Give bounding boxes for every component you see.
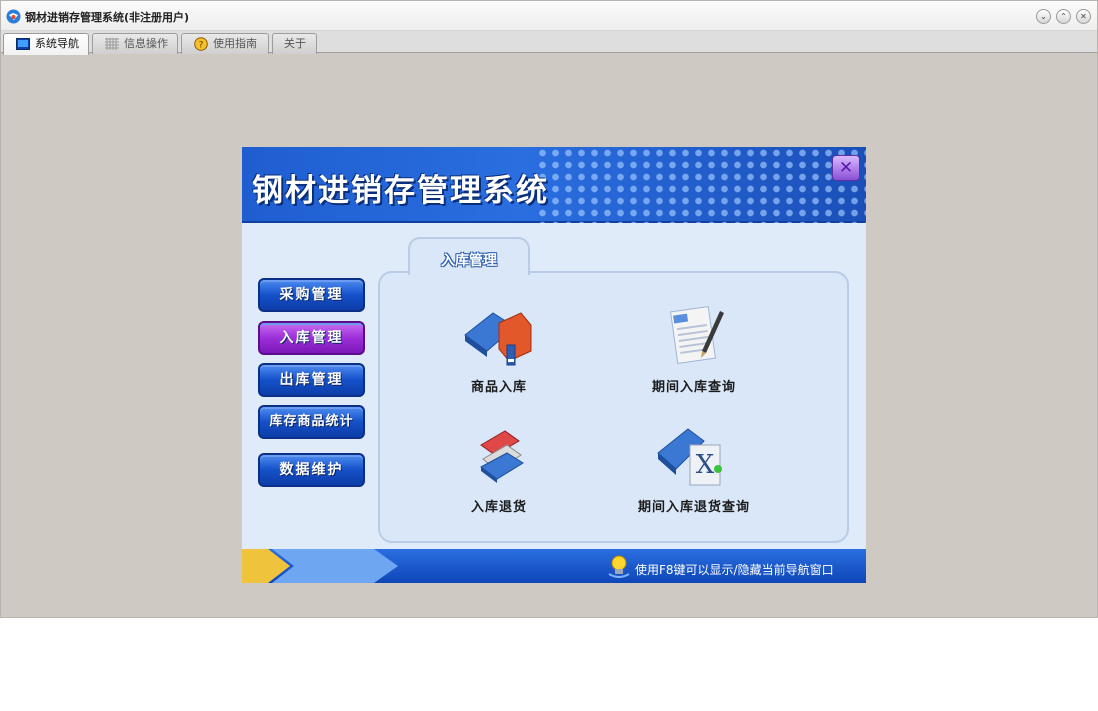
tab-strip: 系统导航 信息操作 ? 使用指南 关于: [1, 31, 1097, 55]
grid-icon: [105, 38, 119, 50]
side-button-stock-out[interactable]: 出库管理: [258, 363, 365, 397]
side-button-stock-in[interactable]: 入库管理: [258, 321, 365, 355]
panel-close-button[interactable]: ✕: [832, 155, 860, 181]
book-stock-in-icon: [464, 312, 532, 366]
banner-title: 钢材进销存管理系统: [252, 173, 549, 209]
mac-osx-book-icon: X: [657, 428, 722, 486]
books-return-icon: [480, 430, 524, 483]
document-pen-icon: [670, 306, 724, 364]
function-label: 商品入库: [470, 380, 527, 395]
function-period-stock-in-query[interactable]: 期间入库查询: [609, 305, 779, 395]
tab-about[interactable]: 关于: [272, 33, 317, 54]
banner-dot-pattern: [536, 147, 866, 223]
close-icon: ✕: [1080, 12, 1087, 21]
app-logo-icon: [6, 9, 21, 24]
svg-text:X: X: [696, 450, 715, 480]
side-button-purchase[interactable]: 采购管理: [258, 278, 365, 312]
monitor-icon: [16, 38, 30, 50]
title-bar: 钢材进销存管理系统(非注册用户) ⌄ ⌃ ✕: [1, 1, 1097, 31]
function-period-stock-in-return-query[interactable]: X 期间入库退货查询: [609, 425, 779, 515]
help-icon: ?: [194, 37, 208, 51]
tab-system-navigation[interactable]: 系统导航: [3, 33, 89, 55]
banner: 钢材进销存管理系统 ✕: [242, 147, 866, 223]
function-label: 期间入库查询: [651, 380, 736, 395]
window-close-button[interactable]: ✕: [1076, 9, 1091, 24]
window-title: 钢材进销存管理系统(非注册用户): [25, 11, 190, 24]
tab-user-guide[interactable]: ? 使用指南: [181, 33, 269, 54]
function-stock-in[interactable]: 商品入库: [414, 305, 584, 395]
chevron-down-icon: ⌄: [1040, 12, 1047, 21]
minimize-button[interactable]: ⌄: [1036, 9, 1051, 24]
tab-label: 关于: [284, 37, 306, 50]
function-label: 期间入库退货查询: [637, 500, 750, 515]
tab-info-operations[interactable]: 信息操作: [92, 33, 178, 54]
tab-label: 信息操作: [124, 37, 168, 50]
lightbulb-icon: [608, 555, 630, 578]
tab-label: 使用指南: [213, 37, 257, 50]
status-strip: 使用F8键可以显示/隐藏当前导航窗口: [242, 549, 866, 583]
function-stock-in-return[interactable]: 入库退货: [414, 425, 584, 515]
close-icon: ✕: [838, 158, 854, 178]
chevron-up-icon: ⌃: [1060, 12, 1067, 21]
side-button-inventory-stats[interactable]: 库存商品统计: [258, 405, 365, 439]
app-window: 钢材进销存管理系统(非注册用户) ⌄ ⌃ ✕ 系统导航 信息操作 ? 使用指南 …: [0, 0, 1098, 618]
maximize-button[interactable]: ⌃: [1056, 9, 1071, 24]
tip-text: 使用F8键可以显示/隐藏当前导航窗口: [635, 563, 834, 577]
function-label: 入库退货: [470, 500, 527, 515]
arrow-decoration-icon: [242, 549, 398, 583]
section-tab: 入库管理: [408, 237, 530, 275]
tab-label: 系统导航: [35, 37, 79, 50]
navigation-panel: 钢材进销存管理系统 ✕ 入库管理 采购管理 入库管理 出库管理 库存商品统计 数…: [242, 147, 866, 583]
side-button-data-maintenance[interactable]: 数据维护: [258, 453, 365, 487]
section-title: 入库管理: [441, 253, 497, 269]
svg-text:?: ?: [199, 41, 204, 51]
